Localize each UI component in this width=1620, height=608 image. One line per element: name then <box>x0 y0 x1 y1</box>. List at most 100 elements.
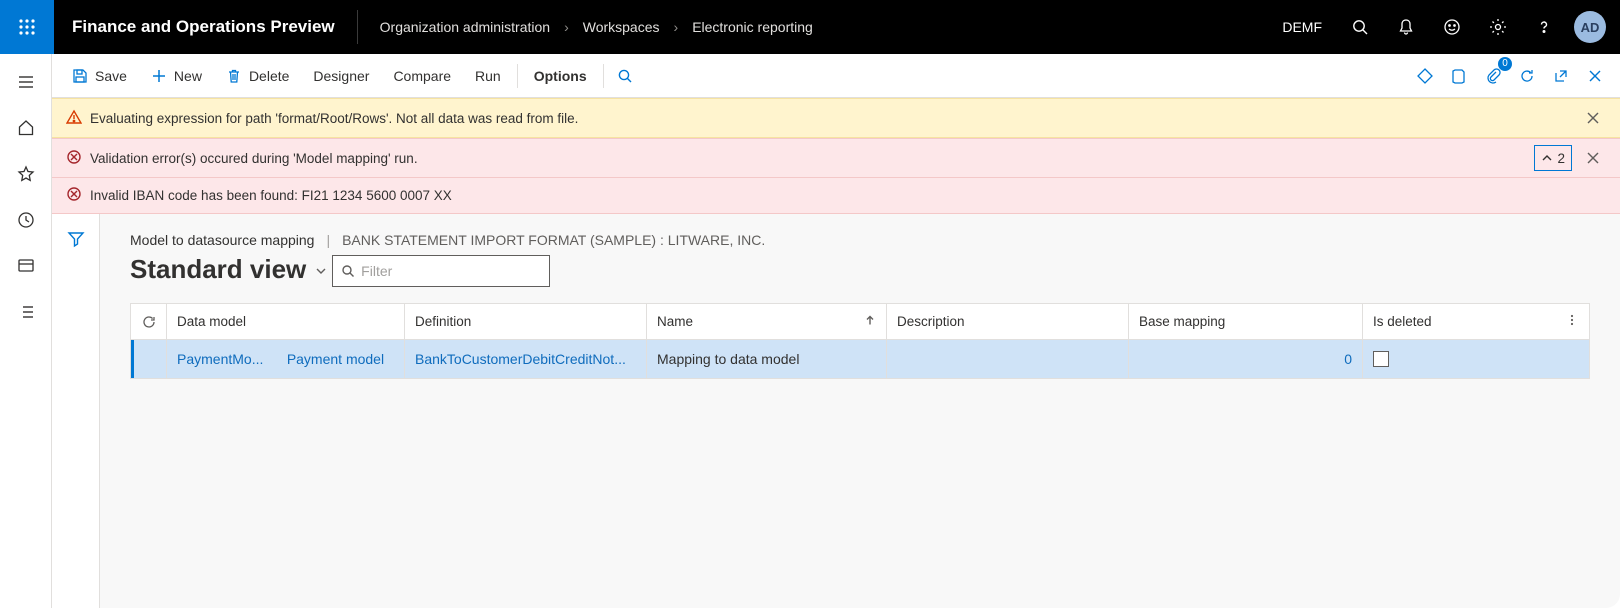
sort-asc-icon <box>864 314 876 329</box>
notifications-button[interactable] <box>1384 0 1428 54</box>
error-expand-button[interactable]: 2 <box>1534 145 1572 171</box>
home-icon <box>17 119 35 137</box>
plus-icon <box>151 68 167 84</box>
new-button[interactable]: New <box>139 62 214 90</box>
command-bar: Save New Delete Designer Compare <box>52 54 1620 98</box>
column-header-definition[interactable]: Definition <box>405 304 647 339</box>
chevron-right-icon: › <box>674 19 679 35</box>
refresh-column-button[interactable] <box>131 304 167 339</box>
hamburger-icon <box>17 73 35 91</box>
data-model-link[interactable]: PaymentMo... <box>177 351 277 367</box>
nav-recent[interactable] <box>6 200 46 240</box>
close-icon <box>1586 151 1600 165</box>
gear-icon <box>1489 18 1507 36</box>
run-button[interactable]: Run <box>463 62 513 90</box>
options-button[interactable]: Options <box>522 62 599 90</box>
column-header-name[interactable]: Name <box>647 304 887 339</box>
nav-hamburger[interactable] <box>6 62 46 102</box>
error-count: 2 <box>1557 151 1565 166</box>
warning-text: Evaluating expression for path 'format/R… <box>90 111 578 126</box>
close-icon <box>1587 68 1603 84</box>
error-icon <box>66 149 82 168</box>
breadcrumb: Organization administration › Workspaces… <box>358 0 1269 54</box>
avatar[interactable]: AD <box>1574 11 1606 43</box>
is-deleted-checkbox[interactable] <box>1373 351 1389 367</box>
search-icon <box>341 264 355 278</box>
search-icon <box>1351 18 1369 36</box>
close-page-button[interactable] <box>1578 59 1612 93</box>
open-office-addin-button[interactable] <box>1442 59 1476 93</box>
chevron-down-icon <box>314 254 328 285</box>
search-icon <box>617 68 633 84</box>
nav-modules[interactable] <box>6 292 46 332</box>
page-search-button[interactable] <box>608 59 642 93</box>
data-model-label-link[interactable]: Payment model <box>287 351 394 367</box>
app-launcher[interactable] <box>0 0 54 54</box>
bell-icon <box>1397 18 1415 36</box>
breadcrumb-item[interactable]: Electronic reporting <box>692 19 813 35</box>
close-errors-button[interactable] <box>1580 145 1606 171</box>
error-message: Invalid IBAN code has been found: FI21 1… <box>52 178 1620 214</box>
description-cell <box>887 340 1129 378</box>
app-title: Finance and Operations Preview <box>54 0 357 54</box>
popout-icon <box>1552 67 1570 85</box>
data-grid: Data model Definition Name Description B… <box>130 303 1590 379</box>
breadcrumb-item[interactable]: Workspaces <box>583 19 660 35</box>
close-icon <box>1586 111 1600 125</box>
refresh-icon <box>1518 67 1536 85</box>
chevron-up-icon <box>1541 152 1553 164</box>
smile-icon <box>1443 18 1461 36</box>
base-mapping-link[interactable]: 0 <box>1139 351 1352 367</box>
personalize-button[interactable] <box>1408 59 1442 93</box>
page-caption: Model to datasource mapping | BANK STATE… <box>130 232 1590 248</box>
name-cell: Mapping to data model <box>647 340 887 378</box>
attachments-button[interactable]: 0 <box>1476 59 1510 93</box>
help-icon <box>1535 18 1553 36</box>
settings-button[interactable] <box>1476 0 1520 54</box>
feedback-button[interactable] <box>1430 0 1474 54</box>
breadcrumb-item[interactable]: Organization administration <box>380 19 550 35</box>
save-button[interactable]: Save <box>60 62 139 90</box>
paperclip-icon <box>1484 67 1502 85</box>
column-header-is-deleted[interactable]: Is deleted <box>1363 304 1589 339</box>
clock-icon <box>17 211 35 229</box>
close-warning-button[interactable] <box>1580 105 1606 131</box>
error-icon <box>66 186 82 205</box>
definition-link[interactable]: BankToCustomerDebitCreditNot... <box>415 351 626 367</box>
nav-workspaces[interactable] <box>6 246 46 286</box>
view-selector[interactable]: Standard view <box>130 254 328 285</box>
quick-filter[interactable] <box>332 255 550 287</box>
workspace-icon <box>17 257 35 275</box>
star-icon <box>17 165 35 183</box>
error-text: Invalid IBAN code has been found: FI21 1… <box>90 188 452 203</box>
compare-button[interactable]: Compare <box>381 62 463 90</box>
grid-more-button[interactable] <box>1565 313 1579 330</box>
column-header-base-mapping[interactable]: Base mapping <box>1129 304 1363 339</box>
quick-filter-input[interactable] <box>361 263 541 279</box>
save-icon <box>72 68 88 84</box>
filter-pane-toggle[interactable] <box>52 214 100 608</box>
error-message: Validation error(s) occured during 'Mode… <box>52 138 1620 178</box>
diamond-icon <box>1416 67 1434 85</box>
office-icon <box>1450 67 1468 85</box>
search-button[interactable] <box>1338 0 1382 54</box>
refresh-icon <box>142 315 156 329</box>
refresh-button[interactable] <box>1510 59 1544 93</box>
error-text: Validation error(s) occured during 'Mode… <box>90 151 418 166</box>
company-selector[interactable]: DEMF <box>1268 19 1336 35</box>
waffle-icon <box>18 18 36 36</box>
chevron-right-icon: › <box>564 19 569 35</box>
table-row[interactable]: PaymentMo... Payment model BankToCustome… <box>131 340 1589 378</box>
column-header-description[interactable]: Description <box>887 304 1129 339</box>
nav-home[interactable] <box>6 108 46 148</box>
delete-button[interactable]: Delete <box>214 62 301 90</box>
trash-icon <box>226 68 242 84</box>
popout-button[interactable] <box>1544 59 1578 93</box>
warning-message: Evaluating expression for path 'format/R… <box>52 98 1620 138</box>
designer-button[interactable]: Designer <box>301 62 381 90</box>
column-header-data-model[interactable]: Data model <box>167 304 405 339</box>
modules-icon <box>17 303 35 321</box>
nav-favorites[interactable] <box>6 154 46 194</box>
help-button[interactable] <box>1522 0 1566 54</box>
warning-icon <box>66 109 82 128</box>
